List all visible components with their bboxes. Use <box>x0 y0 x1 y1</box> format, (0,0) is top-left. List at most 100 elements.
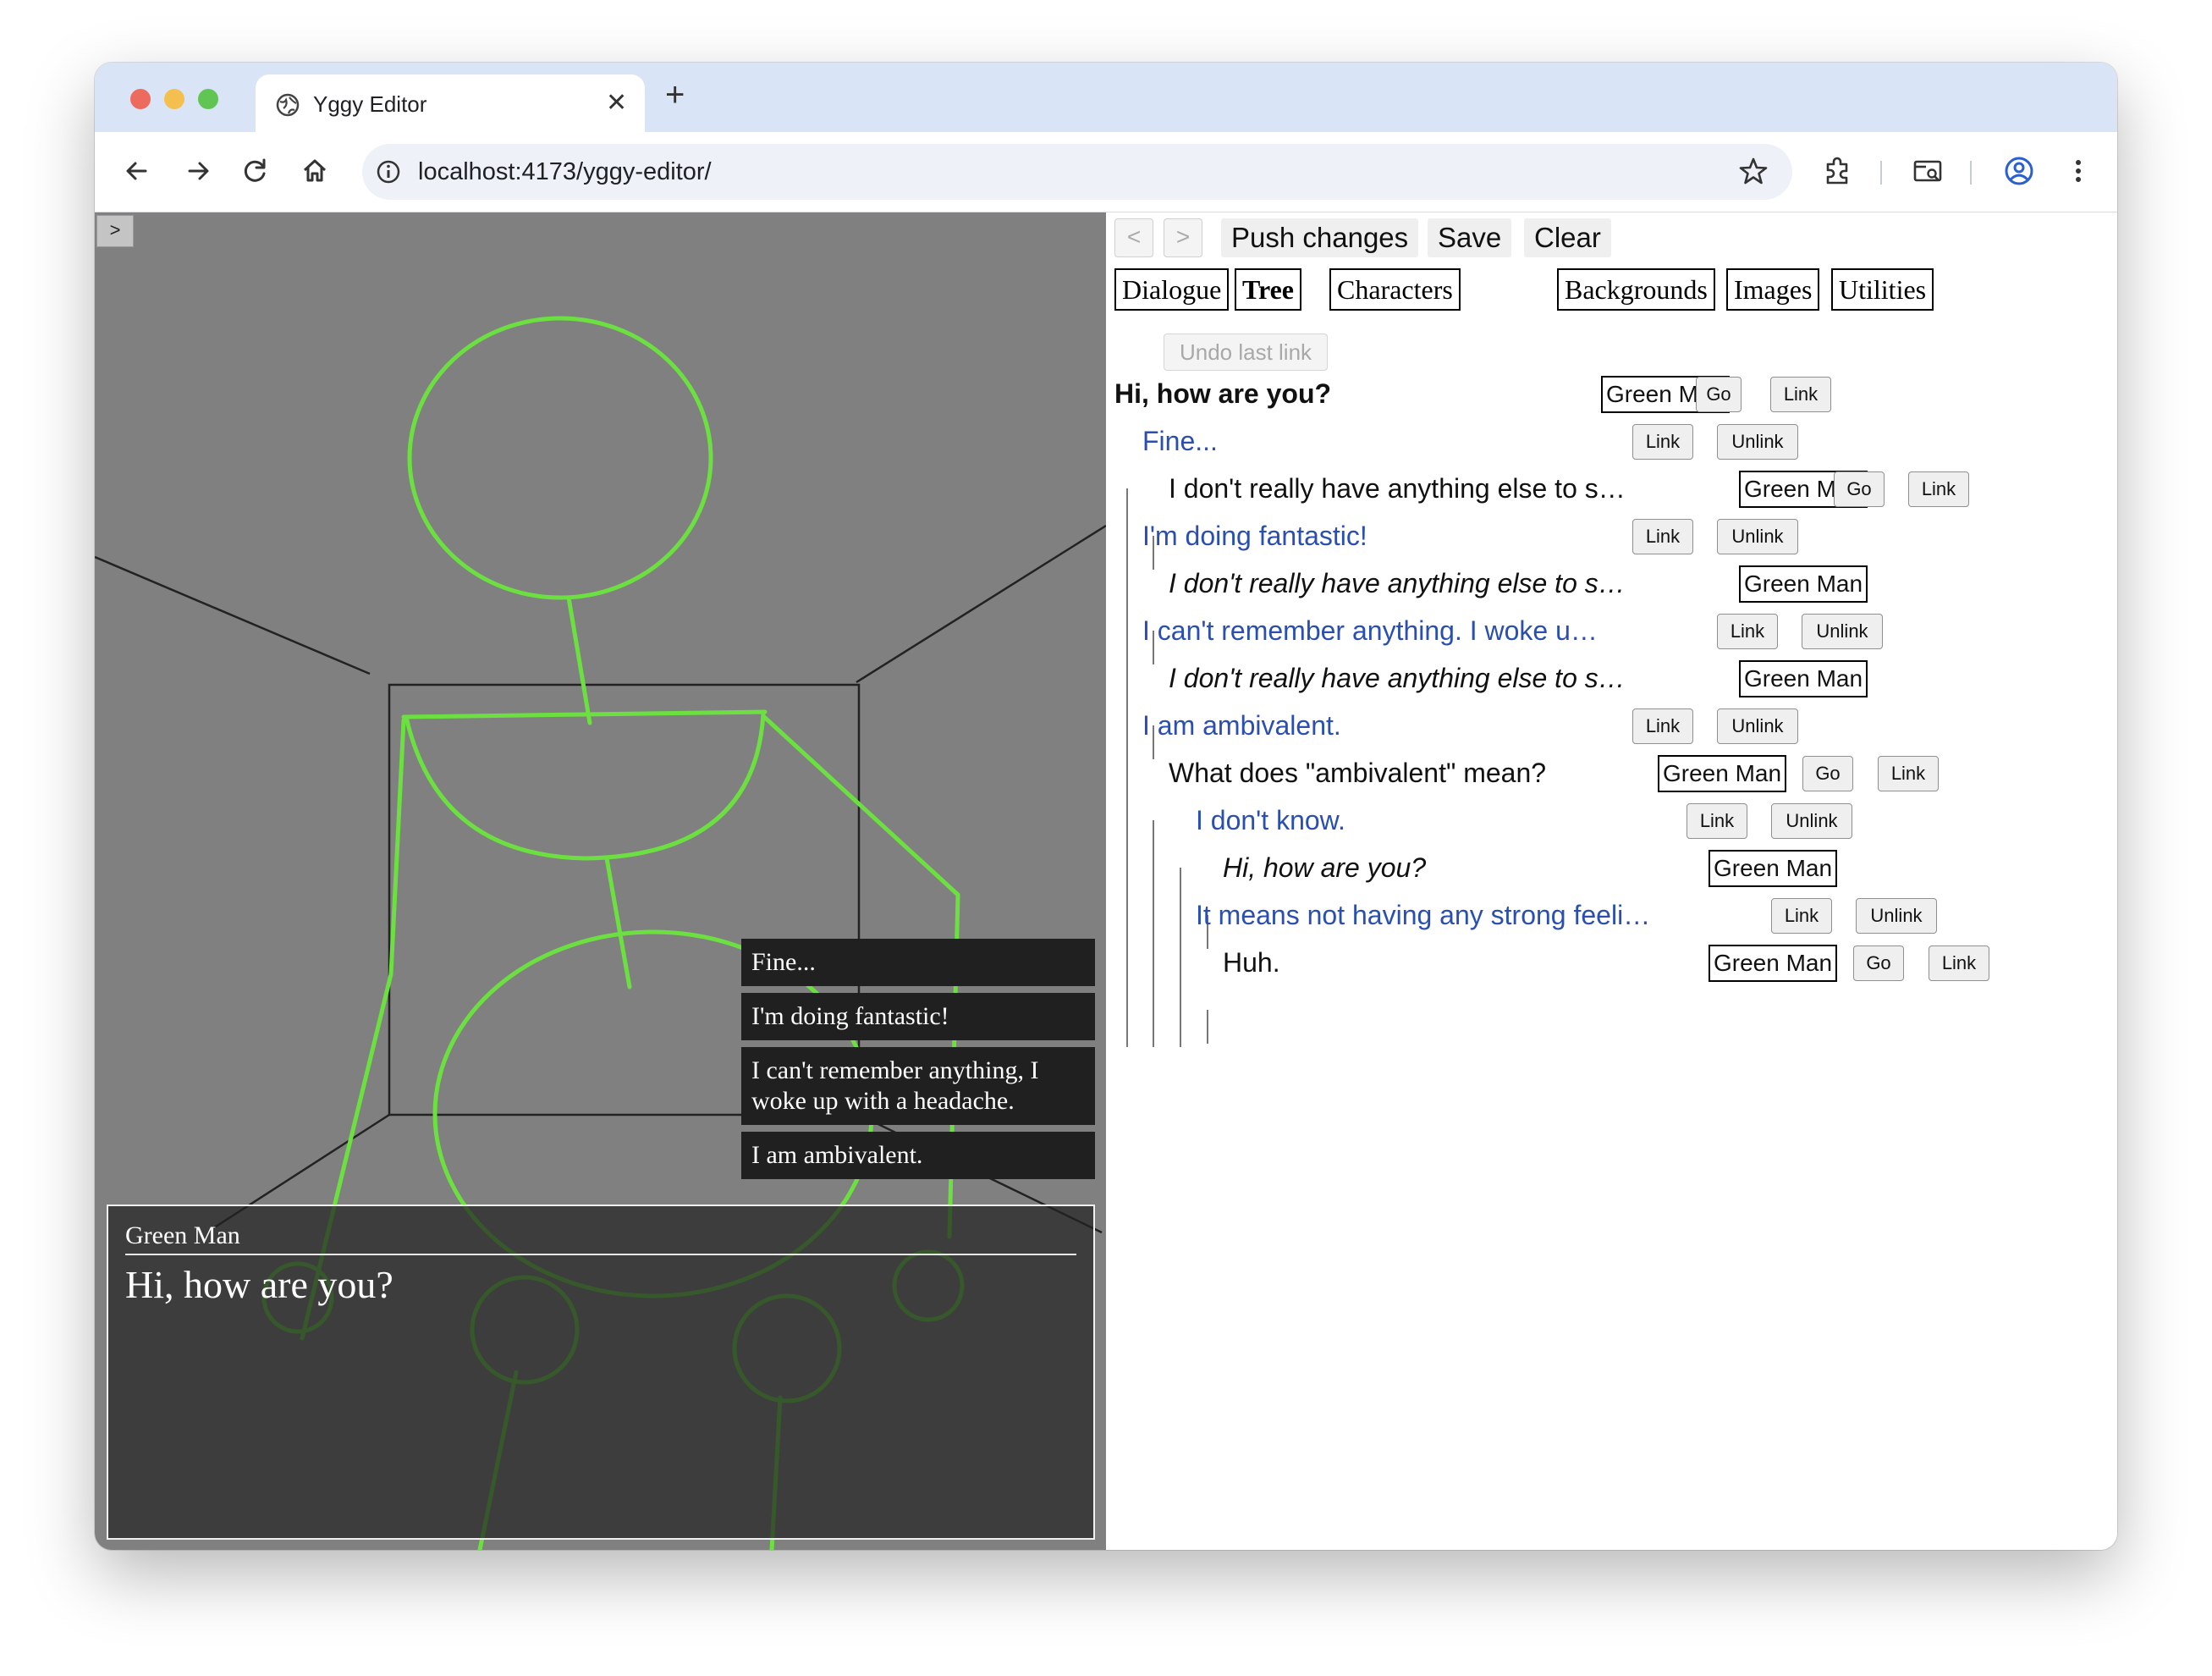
reload-icon[interactable] <box>237 152 274 190</box>
tree-node: Hi, how are you? Green Man <box>1106 847 2117 890</box>
node-text[interactable]: I am ambivalent. <box>1142 708 1498 742</box>
tab-search-icon[interactable] <box>1909 152 1946 190</box>
game-preview: > Fine... I'm doing fantastic! I can't r… <box>95 212 1106 1550</box>
choice-option[interactable]: Fine... <box>741 939 1095 986</box>
unlink-button[interactable]: Unlink <box>1802 614 1883 649</box>
address-bar[interactable]: localhost:4173/yggy-editor/ <box>362 144 1792 200</box>
tree-node: I am ambivalent. Link Unlink <box>1106 705 2117 747</box>
choice-option[interactable]: I'm doing fantastic! <box>741 993 1095 1040</box>
home-icon[interactable] <box>296 152 333 190</box>
tab-images[interactable]: Images <box>1726 268 1820 311</box>
browser-window: Yggy Editor ✕ + localhost:4173/yggy-edit… <box>95 63 2117 1550</box>
tree-node: Hi, how are you? Green Man Go Link <box>1106 373 2117 416</box>
unlink-button[interactable]: Unlink <box>1717 519 1798 554</box>
unlink-button[interactable]: Unlink <box>1856 898 1937 934</box>
node-text[interactable]: Hi, how are you? <box>1114 377 1478 411</box>
link-button[interactable]: Link <box>1929 946 1989 981</box>
character-select[interactable]: Green Man <box>1709 945 1838 982</box>
node-text[interactable]: I don't know. <box>1196 803 1551 837</box>
character-select[interactable]: Green Man <box>1658 755 1787 792</box>
back-icon[interactable] <box>118 152 156 190</box>
tab-tree[interactable]: Tree <box>1235 268 1301 311</box>
character-select[interactable]: Green Man <box>1739 565 1868 603</box>
profile-icon[interactable] <box>2000 152 2038 190</box>
go-button[interactable]: Go <box>1802 756 1853 791</box>
link-button[interactable]: Link <box>1771 898 1832 934</box>
close-window-button[interactable] <box>130 89 151 109</box>
browser-tab[interactable]: Yggy Editor ✕ <box>256 74 645 132</box>
choice-list: Fine... I'm doing fantastic! I can't rem… <box>741 939 1095 1186</box>
node-text[interactable]: Hi, how are you? <box>1223 851 1578 885</box>
choice-option[interactable]: I can't remember anything, I woke up wit… <box>741 1047 1095 1125</box>
node-text[interactable]: Huh. <box>1223 946 1578 979</box>
tree-node: I don't know. Link Unlink <box>1106 800 2117 842</box>
tree-node: What does "ambivalent" mean? Green Man G… <box>1106 753 2117 795</box>
speaker-name: Green Man <box>125 1221 1076 1255</box>
node-text[interactable]: I don't really have anything else to s… <box>1169 661 1626 695</box>
undo-last-link-button[interactable]: Undo last link <box>1164 334 1328 371</box>
character-select[interactable]: Green Man <box>1709 850 1838 887</box>
tab-title: Yggy Editor <box>313 91 427 117</box>
forward-icon[interactable] <box>179 152 217 190</box>
choice-option[interactable]: I am ambivalent. <box>741 1132 1095 1179</box>
tree-node: I don't really have anything else to s… … <box>1106 658 2117 700</box>
character-select[interactable]: Green Man <box>1739 660 1868 697</box>
tab-dialogue[interactable]: Dialogue <box>1114 268 1230 311</box>
node-text[interactable]: It means not having any strong feeli… <box>1196 898 1657 932</box>
link-button[interactable]: Link <box>1908 471 1969 507</box>
tab-utilities[interactable]: Utilities <box>1831 268 1934 311</box>
link-button[interactable]: Link <box>1632 519 1693 554</box>
tree-guide <box>1207 1010 1208 1044</box>
extensions-icon[interactable] <box>1819 152 1857 190</box>
push-changes-button[interactable]: Push changes <box>1221 218 1419 257</box>
minimize-window-button[interactable] <box>164 89 184 109</box>
new-tab-icon[interactable]: + <box>665 78 685 112</box>
unlink-button[interactable]: Unlink <box>1717 708 1798 744</box>
toolbar-divider <box>1970 161 1972 185</box>
tree-node: I can't remember anything. I woke u… Lin… <box>1106 610 2117 653</box>
editor-panel: < > Push changes Save Clear Dialogue Tre… <box>1106 212 2117 1550</box>
undo-history-button[interactable]: < <box>1114 218 1153 257</box>
node-text[interactable]: I don't really have anything else to s… <box>1169 566 1626 600</box>
tree-node: I don't really have anything else to s… … <box>1106 563 2117 605</box>
link-button[interactable]: Link <box>1717 614 1778 649</box>
node-text[interactable]: I'm doing fantastic! <box>1142 519 1498 553</box>
bookmark-star-icon[interactable] <box>1736 154 1770 188</box>
redo-history-button[interactable]: > <box>1164 218 1202 257</box>
url-text: localhost:4173/yggy-editor/ <box>418 158 712 185</box>
link-button[interactable]: Link <box>1878 756 1939 791</box>
browser-toolbar: localhost:4173/yggy-editor/ <box>95 132 2117 212</box>
unlink-button[interactable]: Unlink <box>1771 803 1852 839</box>
tree-node: I don't really have anything else to s… … <box>1106 468 2117 510</box>
link-button[interactable]: Link <box>1632 424 1693 460</box>
go-button[interactable]: Go <box>1834 471 1885 507</box>
maximize-window-button[interactable] <box>198 89 218 109</box>
node-text[interactable]: Fine... <box>1142 424 1498 458</box>
dialogue-line: Hi, how are you? <box>125 1263 393 1306</box>
tab-characters[interactable]: Characters <box>1329 268 1461 311</box>
unlink-button[interactable]: Unlink <box>1717 424 1798 460</box>
link-button[interactable]: Link <box>1687 803 1747 839</box>
page-content: > Fine... I'm doing fantastic! I can't r… <box>95 212 2117 1550</box>
dialogue-box[interactable]: Green Man Hi, how are you? <box>107 1205 1095 1540</box>
link-button[interactable]: Link <box>1770 377 1831 412</box>
panel-toggle-button[interactable]: > <box>96 215 134 247</box>
link-button[interactable]: Link <box>1632 708 1693 744</box>
tree-node: Huh. Green Man Go Link <box>1106 942 2117 984</box>
tab-bar: Yggy Editor ✕ + <box>95 63 2117 132</box>
site-info-icon[interactable] <box>374 157 403 186</box>
tree-node: It means not having any strong feeli… Li… <box>1106 895 2117 937</box>
node-text[interactable]: What does "ambivalent" mean? <box>1169 756 1549 790</box>
node-text[interactable]: I can't remember anything. I woke u… <box>1142 614 1604 648</box>
go-button[interactable]: Go <box>1853 946 1904 981</box>
node-text[interactable]: I don't really have anything else to s… <box>1169 471 1626 505</box>
tab-backgrounds[interactable]: Backgrounds <box>1557 268 1715 311</box>
close-tab-icon[interactable]: ✕ <box>606 88 627 118</box>
globe-icon <box>276 93 300 117</box>
menu-icon[interactable] <box>2060 152 2097 190</box>
tree-node: I'm doing fantastic! Link Unlink <box>1106 515 2117 558</box>
go-button[interactable]: Go <box>1696 377 1742 412</box>
clear-button[interactable]: Clear <box>1524 218 1611 257</box>
tree-node: Fine... Link Unlink <box>1106 421 2117 463</box>
save-button[interactable]: Save <box>1428 218 1512 257</box>
